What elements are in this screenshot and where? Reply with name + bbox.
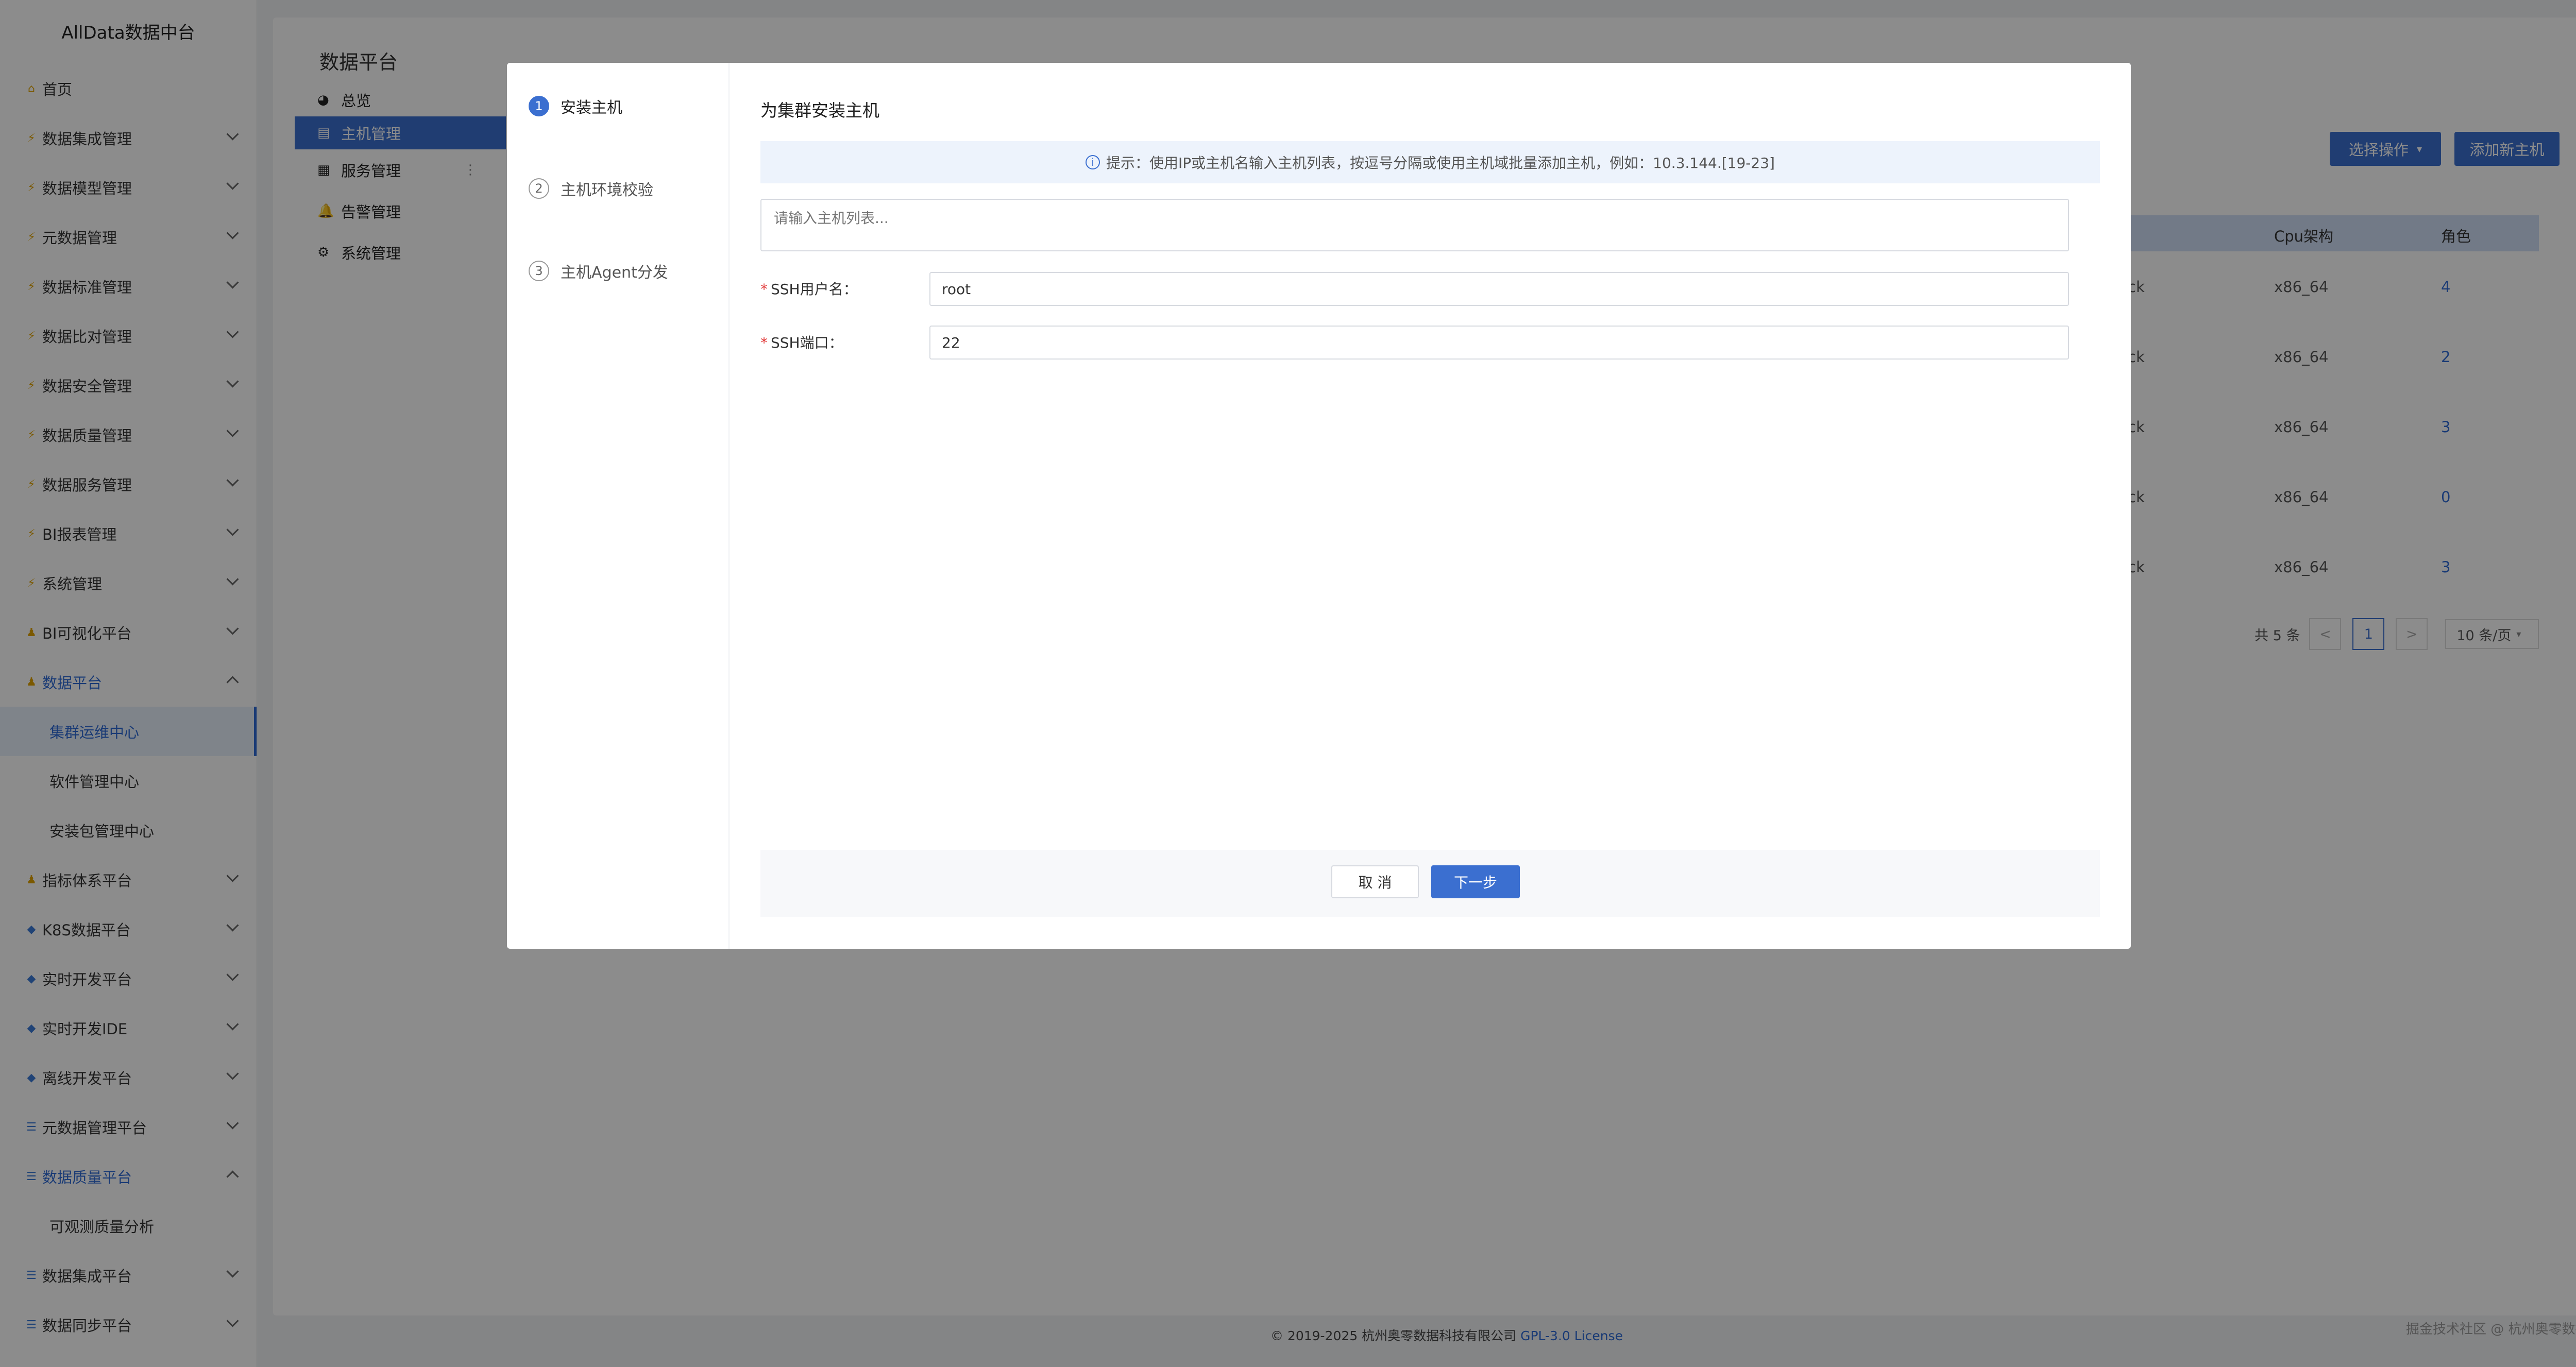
next-label: 下一步 bbox=[1453, 874, 1497, 891]
step-env-check: 2 主机环境校验 bbox=[529, 177, 653, 200]
step-label: 安装主机 bbox=[561, 99, 622, 117]
cancel-button[interactable]: 取 消 bbox=[1331, 865, 1419, 898]
modal-footer: 取 消 下一步 bbox=[760, 850, 2100, 917]
install-host-modal: 1 安装主机 2 主机环境校验 3 主机Agent分发 为集群安装主机 i 提示：使用I… bbox=[507, 63, 2131, 949]
ssh-user-input[interactable] bbox=[929, 272, 2069, 306]
host-list-input[interactable] bbox=[760, 199, 2069, 251]
step-number: 3 bbox=[529, 261, 549, 281]
step-number: 2 bbox=[529, 178, 549, 199]
label-text: SSH用户名： bbox=[771, 281, 858, 298]
tip-banner: i 提示：使用IP或主机名输入主机列表，按逗号分隔或使用主机域批量添加主机，例如：… bbox=[760, 141, 2100, 183]
ssh-port-input[interactable] bbox=[929, 326, 2069, 360]
ssh-user-label: * SSH用户名： bbox=[760, 278, 858, 299]
next-step-button[interactable]: 下一步 bbox=[1431, 865, 1520, 898]
step-label: 主机环境校验 bbox=[561, 181, 653, 199]
info-icon: i bbox=[1086, 155, 1100, 169]
step-label: 主机Agent分发 bbox=[561, 264, 668, 282]
required-mark: * bbox=[760, 281, 768, 298]
label-text: SSH端口： bbox=[771, 334, 843, 351]
steps-panel: 1 安装主机 2 主机环境校验 3 主机Agent分发 bbox=[507, 63, 730, 949]
cancel-label: 取 消 bbox=[1358, 874, 1392, 891]
step-number: 1 bbox=[529, 96, 549, 116]
tip-text: 提示：使用IP或主机名输入主机列表，按逗号分隔或使用主机域批量添加主机，例如：1… bbox=[1106, 155, 1775, 172]
required-mark: * bbox=[760, 334, 768, 351]
step-agent-dispatch: 3 主机Agent分发 bbox=[529, 260, 668, 282]
ssh-port-label: * SSH端口： bbox=[760, 332, 843, 352]
modal-title: 为集群安装主机 bbox=[760, 100, 879, 121]
step-install-host: 1 安装主机 bbox=[529, 95, 622, 117]
